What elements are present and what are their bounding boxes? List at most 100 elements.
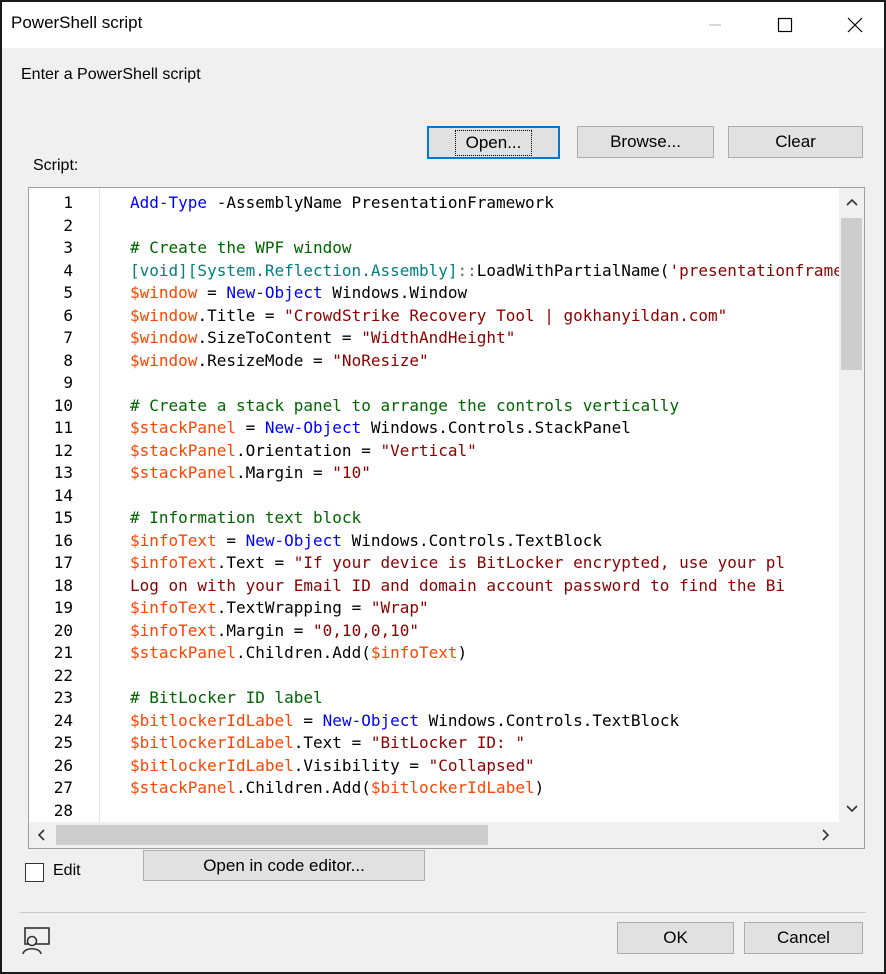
code-token: $stackPanel [130,440,236,460]
code-line: $stackPanel.Margin = "10" [130,462,371,485]
code-token: .SizeToContent = [197,328,362,347]
code-line: $bitlockerIdLabel.Text = "BitLocker ID: … [130,732,525,755]
chevron-up-icon [845,198,858,206]
code-token: $infoText [370,643,458,662]
maximize-icon [777,17,793,33]
code-line: # BitLocker ID label [130,687,323,710]
code-token: .Margin = [216,620,314,640]
line-number: 20 [53,620,73,640]
vertical-scrollbar[interactable] [839,188,864,822]
code-token: .Orientation = [235,440,381,460]
code-line: $window.Title = "CrowdStrike Recovery To… [130,305,727,328]
line-number: 18 [53,575,73,595]
chevron-left-icon [37,829,45,841]
code-token: Log on with your Email ID and domain acc… [130,575,786,595]
minimize-icon [709,24,721,26]
code-line: $infoText.Margin = "0,10,0,10" [130,620,419,643]
code-token: "Wrap" [370,598,429,617]
scroll-left-button[interactable] [31,822,51,848]
code-line: $stackPanel.Children.Add($bitlockerIdLab… [130,777,544,800]
code-token: New-Object [245,530,342,550]
code-line: [void][System.Reflection.Assembly]::Load… [130,260,839,283]
code-token: .Children.Add( [235,643,371,662]
code-token: Windows.Controls.StackPanel [361,418,631,437]
code-line: Log on with your Email ID and domain acc… [130,575,785,598]
code-token: [void][System.Reflection.Assembly] [130,260,458,280]
vertical-scroll-thumb[interactable] [841,218,862,370]
code-token: = [197,283,227,302]
chevron-right-icon [822,829,830,841]
line-number: 23 [53,688,73,707]
open-in-code-editor-button[interactable]: Open in code editor... [143,850,425,881]
code-line: $stackPanel = New-Object Windows.Control… [130,417,631,440]
clear-button[interactable]: Clear [728,126,863,158]
scroll-down-button[interactable] [839,799,864,819]
code-area[interactable]: Add-Type -AssemblyName PresentationFrame… [130,188,839,822]
line-number: 13 [53,463,73,482]
line-number: 22 [53,665,73,685]
minimize-button[interactable] [680,2,750,48]
code-token: "CrowdStrike Recovery Tool | gokhanyilda… [284,305,728,325]
edit-checkbox[interactable] [25,863,44,882]
code-token: $bitlockerIdLabel [130,733,294,752]
code-token: Windows.Controls.TextBlock [419,710,680,730]
code-token: LoadWithPartialName( [476,260,670,280]
scroll-right-button[interactable] [816,822,836,848]
open-button-label: Open... [454,129,533,156]
line-number: 4 [63,260,73,280]
line-number: 8 [63,350,73,370]
close-icon [847,17,863,33]
window-title: PowerShell script [11,13,143,32]
code-token: .Text = [216,553,294,572]
powershell-script-dialog: PowerShell script Enter a PowerShell scr… [0,0,886,974]
script-label: Script: [33,157,79,174]
browse-button[interactable]: Browse... [577,126,714,158]
scrollbar-corner [839,822,864,848]
code-token: $infoText [130,620,217,640]
code-line: # Create a stack panel to arrange the co… [130,395,679,418]
line-number: 24 [53,710,73,730]
horizontal-scrollbar[interactable] [29,822,839,848]
code-line: $infoText = New-Object Windows.Controls.… [130,530,602,553]
line-number: 9 [63,373,73,392]
open-button[interactable]: Open... [427,126,560,159]
code-token: "WidthAndHeight" [361,328,516,347]
footer-separator [20,912,866,913]
code-line: $stackPanel.Orientation = "Vertical" [130,440,477,463]
code-token: .Visibility = [293,755,429,775]
line-number: 28 [53,800,73,820]
code-token: "0,10,0,10" [313,620,419,640]
script-editor[interactable]: 1 2 3 4 5 6 7 8 9 10 11 12 13 14 15 16 17 18 19 20 21 22 23 24 2… [28,187,865,849]
line-number: 14 [53,485,73,505]
code-token: $window [130,305,198,325]
code-line: # Information text block [130,507,361,530]
line-number: 15 [53,508,73,527]
chevron-down-icon [845,805,858,813]
code-token: .Text = [293,733,371,752]
line-number: 7 [63,328,73,347]
code-token: = [216,530,246,550]
code-token: $infoText [130,530,217,550]
code-line: $window.ResizeMode = "NoResize" [130,350,429,373]
line-number: 12 [53,440,73,460]
line-number: 1 [63,193,73,212]
ok-button[interactable]: OK [617,922,734,954]
code-token: $bitlockerIdLabel [130,755,294,775]
code-line: $bitlockerIdLabel.Visibility = "Collapse… [130,755,535,778]
code-line: $infoText.TextWrapping = "Wrap" [130,597,429,620]
code-token: .ResizeMode = [197,350,333,370]
code-token: $stackPanel [130,418,236,437]
code-token: # BitLocker ID label [130,688,323,707]
cancel-button[interactable]: Cancel [744,922,863,954]
scroll-up-button[interactable] [839,192,864,212]
close-button[interactable] [820,2,886,48]
maximize-button[interactable] [750,2,820,48]
line-number: 2 [63,215,73,235]
horizontal-scroll-thumb[interactable] [56,825,488,845]
line-number: 26 [53,755,73,775]
code-token: $bitlockerIdLabel [370,778,535,797]
code-token: .Title = [197,305,285,325]
code-token: New-Object [226,283,323,302]
line-number: 25 [53,733,73,752]
code-token: $infoText [130,598,217,617]
